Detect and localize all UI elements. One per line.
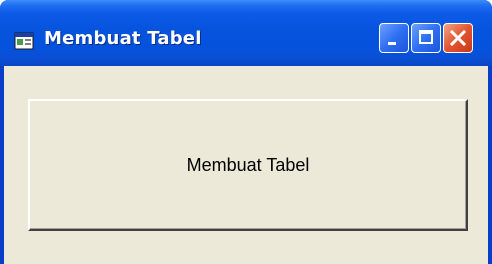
form-app-icon[interactable]: [14, 32, 34, 50]
minimize-button[interactable]: [379, 23, 409, 53]
close-button[interactable]: [443, 23, 473, 53]
app-window: Membuat Tabel Membuat Tabel: [0, 0, 492, 264]
close-icon: [444, 24, 472, 52]
membuat-tabel-button[interactable]: Membuat Tabel: [28, 99, 468, 231]
minimize-icon: [388, 42, 396, 45]
maximize-button[interactable]: [411, 23, 441, 53]
maximize-icon: [419, 30, 433, 44]
membuat-tabel-button-label: Membuat Tabel: [186, 154, 310, 175]
window-title: Membuat Tabel: [44, 28, 202, 49]
title-bar[interactable]: Membuat Tabel: [0, 0, 492, 66]
